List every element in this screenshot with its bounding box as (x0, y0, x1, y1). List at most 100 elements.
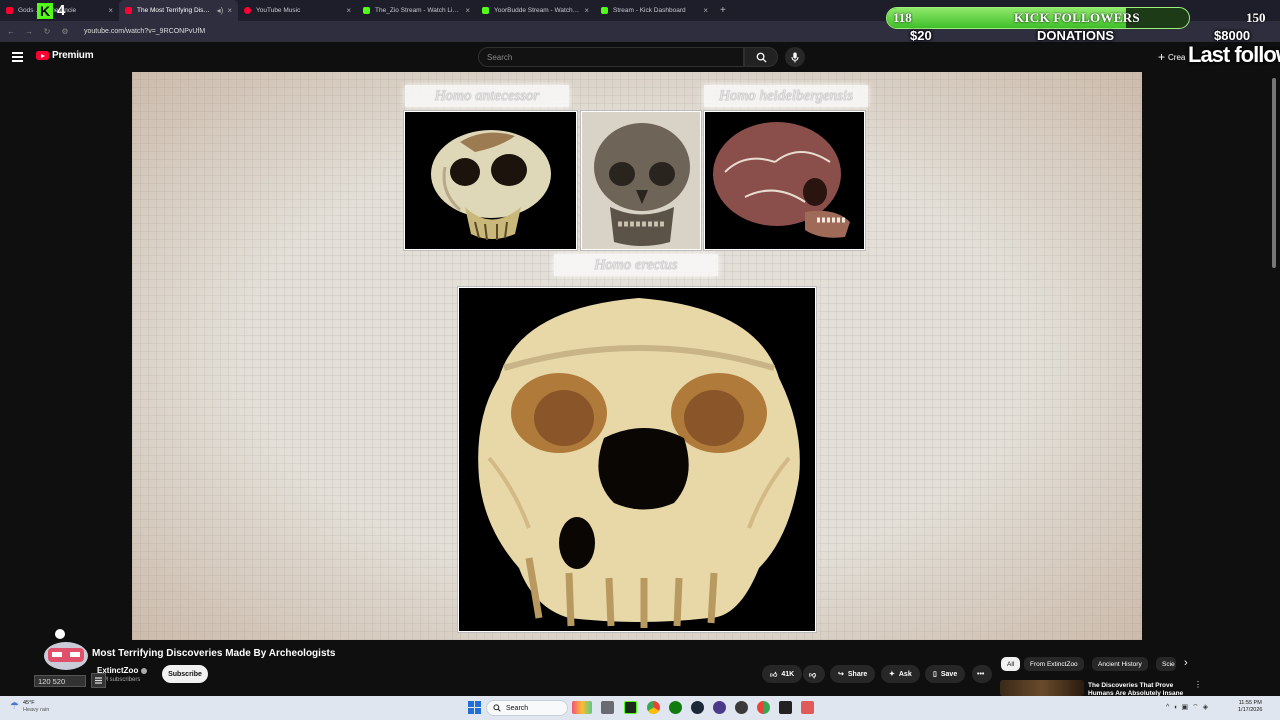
weather-desc: Heavy rain (22, 706, 50, 713)
search-icon (756, 52, 767, 63)
donations-label: DONATIONS (1037, 28, 1115, 43)
save-label: Save (940, 670, 958, 678)
tab-zio-stream[interactable]: The_Zio Stream - Watch Live o × (357, 0, 476, 21)
more-actions-button[interactable]: ••• (972, 665, 992, 683)
search-button[interactable] (744, 47, 778, 67)
share-label: Share (847, 670, 868, 678)
followers-label: KICK FOLLOWERS (1014, 10, 1140, 25)
ask-label: Ask (898, 670, 912, 678)
search-input[interactable]: Search (478, 47, 744, 67)
save-button[interactable]: ▯ Save (925, 665, 966, 683)
more-icon: ••• (977, 670, 985, 678)
youtube-logo[interactable]: Premium (36, 50, 94, 61)
logo-text: Premium (52, 50, 94, 61)
steam-app-icon[interactable] (691, 701, 704, 714)
close-icon[interactable]: × (584, 6, 589, 15)
thumbs-up-icon: 👍︎ (770, 671, 778, 679)
new-tab-button[interactable]: + (714, 5, 732, 16)
tab-label: YouTube Music (256, 7, 301, 14)
followers-goal: 150 (1246, 10, 1266, 25)
kick-logo-icon: K (37, 3, 53, 19)
youtube-play-icon (36, 51, 49, 60)
page-scrollbar[interactable] (1272, 78, 1276, 268)
taskbar-search-label: Search (506, 704, 529, 712)
chrome-profile-icon[interactable] (757, 701, 770, 714)
reload-icon[interactable]: ↻ (42, 27, 52, 36)
kick-favicon-icon (482, 7, 489, 14)
like-button[interactable]: 👍︎ 41K (762, 665, 803, 683)
url-field[interactable]: youtube.com/watch?v=_9RCONPvUfM (84, 28, 205, 35)
close-icon[interactable]: × (465, 6, 470, 15)
tab-most-terrifying[interactable]: The Most Terrifying Discov ◂) × (119, 0, 238, 21)
video-info-bar: Most Terrifying Discoveries Made By Arch… (0, 640, 1280, 696)
like-count: 41K (781, 670, 795, 678)
taskbar-search[interactable]: Search (486, 700, 568, 716)
ask-button[interactable]: ✦ Ask (881, 665, 920, 683)
windows-taskbar: ☂ 45°F Heavy rain Search ^◖▣⌔◈ 11:55 PM … (0, 696, 1280, 720)
tab-yoorbudde-stream[interactable]: YoorBudde Stream - Watch Live × (476, 0, 595, 21)
tab-label: The Most Terrifying Discov (137, 7, 213, 14)
tab-youtube-music[interactable]: YouTube Music × (238, 0, 357, 21)
chrome-app-icon[interactable] (647, 701, 660, 714)
windows-start-icon[interactable] (468, 701, 481, 714)
weather-widget[interactable]: ☂ 45°F Heavy rain (10, 700, 49, 713)
skull-photo-antecessor (404, 111, 577, 250)
obs-app-icon[interactable] (713, 701, 726, 714)
voice-search-button[interactable] (785, 47, 805, 67)
dislike-button[interactable]: 👎︎ (803, 665, 825, 683)
donations-goal: $8000 (1214, 28, 1251, 43)
tab-label: YoorBudde Stream - Watch Live (494, 7, 581, 14)
back-icon[interactable]: ← (6, 27, 16, 36)
chip-from-channel[interactable]: From ExtinctZoo (1024, 657, 1084, 671)
tab-kick-dashboard[interactable]: Stream - Kick Dashboard × (595, 0, 714, 21)
chip-ancient-history[interactable]: Ancient History (1092, 657, 1148, 671)
youtube-favicon-icon (125, 7, 132, 14)
last-follower-label: Last followe (1188, 42, 1280, 67)
system-tray[interactable]: ^◖▣⌔◈ (1166, 703, 1212, 712)
followers-current: 118 (893, 10, 912, 25)
chevron-right-icon[interactable]: › (1184, 657, 1188, 669)
menu-icon (91, 673, 106, 688)
microphone-icon (791, 52, 799, 62)
video-title: Most Terrifying Discoveries Made By Arch… (92, 648, 336, 659)
recommended-thumbnail[interactable] (1000, 680, 1084, 696)
youtube-masthead: Premium Search + Crea (0, 42, 1280, 72)
recommended-title[interactable]: The Discoveries That Prove Humans Are Ab… (1088, 682, 1188, 696)
app-icon[interactable] (801, 701, 814, 714)
site-info-icon[interactable]: ⚙ (60, 27, 70, 36)
search-icon (493, 704, 501, 712)
create-button[interactable]: + Crea (1158, 49, 1185, 65)
clock-time: 11:55 PM (1238, 700, 1262, 706)
chip-all[interactable]: All (1001, 657, 1021, 671)
youtube-favicon-icon (6, 7, 13, 14)
create-label: Crea (1168, 52, 1186, 62)
share-button[interactable]: ↪ Share (830, 665, 876, 683)
terminal-app-icon[interactable] (624, 701, 637, 714)
sparkle-icon: ✦ (889, 671, 895, 678)
close-icon[interactable]: × (346, 6, 351, 15)
donations-current: $20 (910, 28, 932, 43)
label-homo-erectus: Homo erectus (554, 254, 718, 276)
task-view-icon[interactable] (601, 701, 614, 714)
widgets-icon[interactable] (572, 701, 592, 714)
xbox-app-icon[interactable] (669, 701, 682, 714)
share-icon: ↪ (838, 671, 844, 678)
viewer-count: 120 520 (34, 675, 86, 687)
close-icon[interactable]: × (703, 6, 708, 15)
menu-icon[interactable] (12, 52, 23, 62)
streamer-avatar (42, 628, 90, 672)
subscriber-count: M subscribers (103, 677, 141, 683)
chip-science[interactable]: Scie (1156, 657, 1176, 671)
app-icon[interactable] (779, 701, 792, 714)
kebab-menu-icon[interactable]: ⋮ (1194, 680, 1202, 689)
close-icon[interactable]: × (108, 6, 113, 15)
close-icon[interactable]: × (227, 6, 232, 15)
forward-icon[interactable]: → (24, 27, 34, 36)
skull-photo-middle (581, 111, 701, 250)
kick-favicon-icon (601, 7, 608, 14)
app-icon[interactable] (735, 701, 748, 714)
taskbar-clock[interactable]: 11:55 PM 1/17/2026 (1238, 700, 1262, 714)
video-player[interactable]: Homo antecessor Homo heidelbergensis Hom… (0, 72, 1280, 640)
speaker-icon[interactable]: ◂) (217, 6, 224, 15)
subscribe-button[interactable]: Subscribe (162, 665, 208, 683)
